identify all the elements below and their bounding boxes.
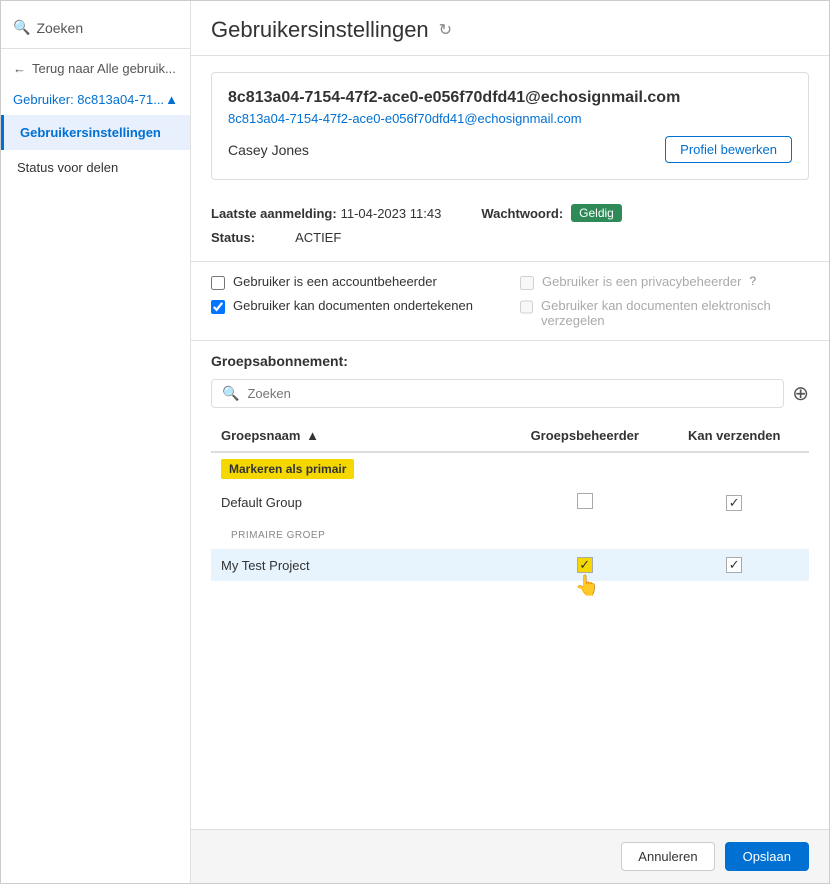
- account-admin-label: Gebruiker is een accountbeheerder: [233, 274, 437, 289]
- col-header-admin: Groepsbeheerder: [510, 420, 660, 452]
- info-section: Laatste aanmelding: 11-04-2023 11:43 Wac…: [191, 196, 829, 262]
- send-cb-checked[interactable]: ✓: [726, 495, 742, 511]
- send-checkbox-default[interactable]: ✓: [660, 485, 810, 520]
- user-name-row: Casey Jones Profiel bewerken: [228, 136, 792, 163]
- sidebar-user-label: Gebruiker: 8c813a04-71...: [13, 92, 164, 107]
- group-search-box[interactable]: 🔍: [211, 379, 784, 408]
- cancel-button[interactable]: Annuleren: [621, 842, 714, 871]
- last-login-value: 11-04-2023 11:43: [341, 206, 442, 221]
- admin-cb-empty[interactable]: [577, 493, 593, 509]
- group-name-default: Default Group: [211, 485, 510, 520]
- sidebar-user-heading[interactable]: Gebruiker: 8c813a04-71... ▲: [1, 84, 190, 115]
- admin-cb-yellow[interactable]: ✓: [577, 557, 593, 573]
- refresh-icon[interactable]: ↻: [439, 20, 452, 40]
- seal-docs-checkbox: [520, 300, 533, 314]
- sidebar-search-label: Zoeken: [36, 20, 83, 36]
- checkbox-grid: Gebruiker is een accountbeheerder Gebrui…: [211, 274, 809, 328]
- user-email-main: 8c813a04-7154-47f2-ace0-e056f70dfd41@ech…: [228, 89, 792, 107]
- col-header-send: Kan verzenden: [660, 420, 810, 452]
- sidebar: 🔍 Zoeken ← Terug naar Alle gebruik... Ge…: [1, 1, 191, 883]
- account-admin-checkbox[interactable]: [211, 276, 225, 290]
- group-search-icon: 🔍: [222, 385, 239, 402]
- user-full-name: Casey Jones: [228, 142, 309, 158]
- group-table: Groepsnaam ▲ Groepsbeheerder Kan verzend…: [211, 420, 809, 581]
- privacy-admin-checkbox: [520, 276, 534, 290]
- admin-cb-yellow-wrapper[interactable]: ✓ 👆: [520, 557, 650, 573]
- sign-docs-checkbox[interactable]: [211, 300, 225, 314]
- back-arrow-icon: ←: [13, 61, 26, 76]
- save-button[interactable]: Opslaan: [725, 842, 809, 871]
- user-card: 8c813a04-7154-47f2-ace0-e056f70dfd41@ech…: [211, 72, 809, 180]
- group-section: Groepsabonnement: 🔍 ⊕ Groepsnaam ▲ Groep…: [191, 341, 829, 593]
- sidebar-search[interactable]: 🔍 Zoeken: [1, 11, 190, 44]
- group-name-project: My Test Project: [211, 549, 510, 581]
- footer: Annuleren Opslaan: [191, 829, 829, 883]
- col-header-group: Groepsnaam ▲: [211, 420, 510, 452]
- table-row: My Test Project ✓ 👆 ✓: [211, 549, 809, 581]
- sort-arrow-icon[interactable]: ▲: [306, 428, 319, 443]
- info-row-login: Laatste aanmelding: 11-04-2023 11:43 Wac…: [211, 204, 809, 222]
- admin-checkbox-default[interactable]: [510, 485, 660, 520]
- checkbox-privacy-admin: Gebruiker is een privacybeheerder ?: [520, 274, 809, 290]
- table-header-row: Groepsnaam ▲ Groepsbeheerder Kan verzend…: [211, 420, 809, 452]
- sidebar-divider: [1, 48, 190, 49]
- sidebar-item-status-voor-delen[interactable]: Status voor delen: [1, 150, 190, 185]
- seal-docs-label: Gebruiker kan documenten elektronisch ve…: [541, 298, 809, 328]
- info-row-status: Status: ACTIEF: [211, 230, 809, 245]
- main-header: Gebruikersinstellingen ↻: [191, 1, 829, 56]
- password-label: Wachtwoord:: [481, 206, 563, 221]
- sidebar-back-button[interactable]: ← Terug naar Alle gebruik...: [1, 53, 190, 84]
- checkbox-sign-docs[interactable]: Gebruiker kan documenten ondertekenen: [211, 298, 500, 328]
- table-row-badge: Markeren als primair: [211, 452, 809, 485]
- privacy-admin-label: Gebruiker is een privacybeheerder: [542, 274, 741, 289]
- admin-checkbox-project[interactable]: ✓ 👆: [510, 549, 660, 581]
- send-cb-checked-project[interactable]: ✓: [726, 557, 742, 573]
- group-search-input[interactable]: [247, 386, 773, 401]
- add-group-button[interactable]: ⊕: [792, 381, 809, 406]
- sidebar-back-label: Terug naar Alle gebruik...: [32, 61, 176, 76]
- group-title: Groepsabonnement:: [211, 353, 809, 369]
- search-icon: 🔍: [13, 19, 30, 36]
- send-checkbox-project[interactable]: ✓: [660, 549, 810, 581]
- group-search-add-row: 🔍 ⊕: [211, 379, 809, 408]
- page-title: Gebruikersinstellingen: [211, 17, 429, 43]
- checkboxes-section: Gebruiker is een accountbeheerder Gebrui…: [191, 262, 829, 341]
- status-value: ACTIEF: [295, 230, 341, 245]
- status-label: Status:: [211, 230, 255, 245]
- table-row: Default Group ✓: [211, 485, 809, 520]
- user-email-link[interactable]: 8c813a04-7154-47f2-ace0-e056f70dfd41@ech…: [228, 111, 792, 126]
- checkbox-account-admin[interactable]: Gebruiker is een accountbeheerder: [211, 274, 500, 290]
- checkbox-seal-docs: Gebruiker kan documenten elektronisch ve…: [520, 298, 809, 328]
- spacer: [191, 593, 829, 829]
- sign-docs-label: Gebruiker kan documenten ondertekenen: [233, 298, 473, 313]
- main-content: Gebruikersinstellingen ↻ 8c813a04-7154-4…: [191, 1, 829, 883]
- chevron-up-icon: ▲: [165, 92, 178, 107]
- password-badge: Geldig: [571, 204, 622, 222]
- last-login-label: Laatste aanmelding:: [211, 206, 337, 221]
- info-icon[interactable]: ?: [749, 274, 756, 288]
- sidebar-item-gebruikersinstellingen[interactable]: Gebruikersinstellingen: [1, 115, 190, 150]
- table-row-primary-label: PRIMAIRE GROEP: [211, 520, 809, 549]
- profile-edit-button[interactable]: Profiel bewerken: [665, 136, 792, 163]
- badge-primair[interactable]: Markeren als primair: [221, 459, 354, 479]
- primary-group-label: PRIMAIRE GROEP: [221, 528, 799, 541]
